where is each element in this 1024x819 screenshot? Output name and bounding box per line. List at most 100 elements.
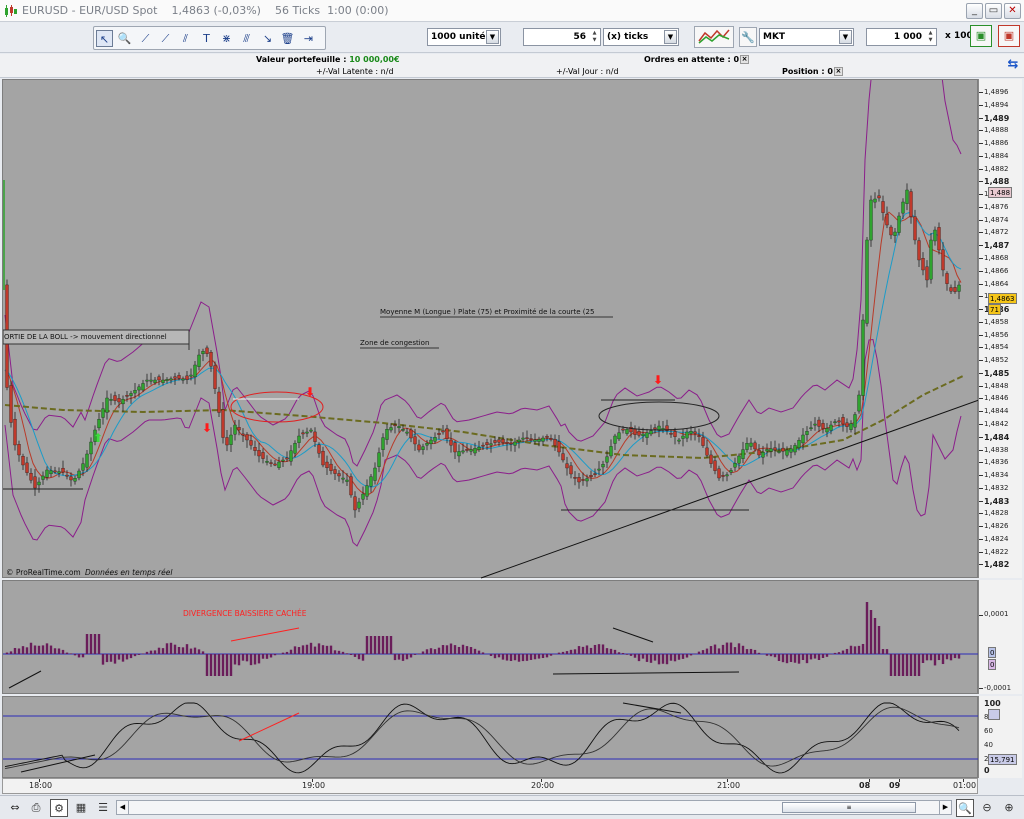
osc-bar xyxy=(285,651,289,654)
history-scrollbar[interactable]: ◀ ≡ ▶ xyxy=(116,800,952,815)
osc-bar xyxy=(401,654,405,661)
fibonacci-icon[interactable]: ⋇ xyxy=(218,30,235,47)
chart-style-icon[interactable] xyxy=(694,26,734,48)
minimize-button[interactable]: _ xyxy=(966,3,983,19)
bollinger-mid-line xyxy=(4,211,962,495)
candle-body xyxy=(45,469,49,478)
candle-body xyxy=(349,476,353,496)
pointer-icon[interactable]: ↖ xyxy=(96,30,113,47)
buy-button[interactable]: ▣ xyxy=(970,25,992,47)
candle-body xyxy=(497,439,501,443)
candle-body xyxy=(905,189,909,204)
list-icon[interactable]: ☰ xyxy=(94,799,112,817)
close-button[interactable]: ✕ xyxy=(1004,3,1021,19)
print-icon[interactable]: ⎙ xyxy=(27,799,45,817)
zoom-icon[interactable]: 🔍 xyxy=(116,30,133,47)
osc-bar xyxy=(109,654,113,662)
candle-body xyxy=(369,476,373,487)
bottom-toolbar: ⇔ ⎙ ⚙ ▦ ☰ ◀ ≡ ▶ 🔍 ⊖ ⊕ xyxy=(0,795,1024,819)
osc-bar xyxy=(497,654,501,658)
candle-body xyxy=(253,447,257,451)
price-chart-pane[interactable]: ORTIE DE LA BOLL -> mouvement directionn… xyxy=(2,0,980,579)
parallel-icon[interactable]: ⫻ xyxy=(238,30,255,47)
osc-bar xyxy=(217,654,221,676)
realtime-label: Données en temps réel xyxy=(85,568,173,577)
candle-body xyxy=(817,419,821,427)
osc-bar xyxy=(253,654,257,665)
channel-icon[interactable]: ⫽ xyxy=(177,30,194,47)
units-select[interactable]: 1000 unités ▼ xyxy=(427,28,501,46)
candle-body xyxy=(789,448,793,453)
osc-bar xyxy=(617,652,621,654)
osc-bar xyxy=(673,654,677,662)
zoom-fit-icon[interactable]: 🔍 xyxy=(956,799,974,817)
candle-body xyxy=(121,398,125,405)
osc-bar xyxy=(913,654,917,676)
cursor-mode-icon[interactable]: ⇔ xyxy=(6,799,24,817)
candle-body xyxy=(169,378,173,381)
osc-bar xyxy=(197,649,201,654)
osc-bar xyxy=(949,654,953,661)
osc-bar xyxy=(433,649,437,654)
horizontal-line-icon[interactable]: ⇥ xyxy=(300,30,317,47)
candle-body xyxy=(761,452,765,458)
quantity-spinner[interactable]: 1 000 ▲ ▼ xyxy=(866,28,937,46)
table-icon[interactable]: ▦ xyxy=(72,799,90,817)
candle-body xyxy=(561,453,565,461)
osc-bar xyxy=(305,644,309,654)
candle-body xyxy=(301,432,305,435)
candle-body xyxy=(865,239,869,324)
candle-body xyxy=(569,465,573,475)
candle-body xyxy=(33,476,37,489)
chart-tools-icon[interactable]: ⚙ xyxy=(50,799,68,817)
settings-wrench-icon[interactable]: 🔧 xyxy=(739,27,757,47)
text-icon[interactable]: T xyxy=(198,30,215,47)
trash-icon[interactable]: 🗑 xyxy=(279,30,296,47)
candle-body xyxy=(833,421,837,424)
candle-body xyxy=(685,431,689,439)
candle-body xyxy=(229,434,233,445)
candle-body xyxy=(29,472,33,481)
line-icon[interactable]: ⟋ xyxy=(157,30,174,47)
maximize-button[interactable]: ▭ xyxy=(985,3,1002,19)
period-spinner[interactable]: 56 ▲ ▼ xyxy=(523,28,601,46)
candle-body xyxy=(141,383,145,391)
candle-body xyxy=(893,231,897,236)
osc-bar xyxy=(541,654,545,659)
sell-button[interactable]: ▣ xyxy=(998,25,1020,47)
close-orders-icon[interactable]: × xyxy=(740,55,750,64)
osc-bar xyxy=(345,653,349,654)
scroll-right-icon[interactable]: ▶ xyxy=(939,801,951,814)
osc-bar xyxy=(745,649,749,654)
trendline-icon[interactable]: ⟋ xyxy=(137,30,154,47)
osc-bar xyxy=(797,654,801,664)
pending-orders-info: Ordres en attente : 0 × xyxy=(644,55,750,64)
scroll-thumb[interactable]: ≡ xyxy=(782,802,916,813)
zoom-in-icon[interactable]: ⊕ xyxy=(1000,799,1018,817)
candle-body xyxy=(157,376,161,381)
candle-body xyxy=(205,347,209,354)
candle-body xyxy=(673,431,677,437)
candle-body xyxy=(717,468,721,479)
osc-bar xyxy=(377,636,381,654)
expand-arrows-icon[interactable]: ⇆ xyxy=(1004,57,1022,75)
osc-bar xyxy=(785,654,789,664)
osc-bar xyxy=(437,647,441,654)
candle-body xyxy=(433,437,437,442)
osc-bar xyxy=(33,645,37,654)
oscillator-pane[interactable]: DIVERGENCE BAISSIERE CACHÉE xyxy=(2,580,979,694)
candle-body xyxy=(929,239,933,280)
period-unit-select[interactable]: (x) ticks ▼ xyxy=(603,28,679,46)
scroll-left-icon[interactable]: ◀ xyxy=(117,801,129,814)
stochastic-pane[interactable] xyxy=(2,696,979,778)
candle-body xyxy=(481,444,485,447)
zoom-out-icon[interactable]: ⊖ xyxy=(978,799,996,817)
close-position-icon[interactable]: × xyxy=(833,67,843,76)
osc-bar xyxy=(733,647,737,654)
arrow-tool-icon[interactable]: ↘ xyxy=(259,30,276,47)
osc-bar xyxy=(853,646,857,654)
candle-body xyxy=(289,450,293,462)
candle-body xyxy=(49,470,53,475)
order-type-select[interactable]: MKT ▼ xyxy=(759,28,854,46)
price-tick: 1,487 xyxy=(984,241,1010,251)
